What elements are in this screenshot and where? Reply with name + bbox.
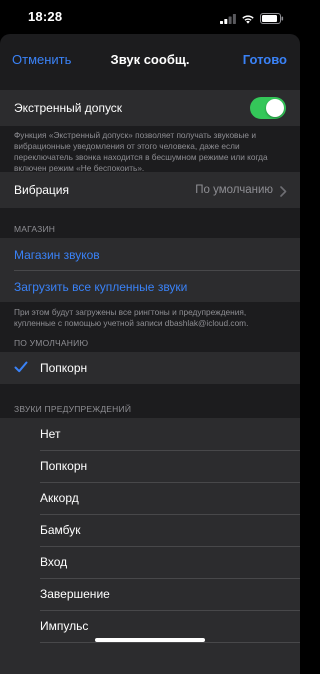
download-all-purchased-tones-link[interactable]: Загрузить все купленные звуки: [14, 280, 187, 294]
tone-label: Нет: [40, 427, 61, 441]
tone-label: Аккорд: [40, 491, 79, 505]
tone-label: Завершение: [40, 587, 110, 601]
tone-label: Бамбук: [40, 523, 81, 537]
tone-label: Попкорн: [40, 459, 88, 473]
home-indicator[interactable]: [95, 638, 205, 642]
vibration-row[interactable]: Вибрация По умолчанию: [0, 172, 300, 208]
store-section-header: МАГАЗИН: [14, 224, 56, 234]
chevron-right-icon: [280, 184, 287, 202]
list-item[interactable]: Завершение: [0, 578, 300, 610]
tone-store-link[interactable]: Магазин звуков: [14, 248, 100, 262]
tone-label: Вход: [40, 555, 68, 569]
vibration-label: Вибрация: [14, 183, 70, 197]
alert-tones-list: Нет Попкорн Аккорд Бамбук Вход Завершени…: [0, 418, 300, 674]
wifi-icon: [241, 11, 255, 29]
status-time: 18:28: [28, 9, 63, 24]
emergency-bypass-toggle[interactable]: [250, 97, 286, 119]
status-bar: 18:28: [0, 0, 300, 34]
default-tone-label: Попкорн: [40, 361, 88, 375]
store-group: Магазин звуков Загрузить все купленные з…: [0, 238, 300, 302]
text-tone-sheet: Отменить Звук сообщ. Готово Экстренный д…: [0, 34, 300, 674]
divider: [14, 270, 300, 271]
default-tone-row[interactable]: Попкорн: [0, 352, 300, 384]
battery-icon: [260, 11, 284, 29]
cellular-signal-icon: [220, 11, 236, 29]
divider: [40, 642, 300, 643]
nav-bar: Отменить Звук сообщ. Готово: [0, 34, 300, 84]
list-item[interactable]: Вход: [0, 546, 300, 578]
checkmark-icon: [14, 360, 28, 379]
list-item[interactable]: Аккорд: [0, 482, 300, 514]
store-footnote: При этом будут загружены все рингтоны и …: [14, 307, 249, 328]
emergency-bypass-footnote: Функция «Экстренный допуск» позволяет по…: [14, 130, 268, 173]
default-section-header: ПО УМОЛЧАНИЮ: [14, 338, 89, 348]
done-button[interactable]: Готово: [243, 52, 287, 67]
vibration-value: По умолчанию: [195, 184, 273, 196]
emergency-bypass-label: Экстренный допуск: [14, 101, 123, 115]
alert-tones-section-header: ЗВУКИ ПРЕДУПРЕЖДЕНИЙ: [14, 404, 132, 414]
list-item[interactable]: Нет: [0, 418, 300, 450]
list-item[interactable]: Бамбук: [0, 514, 300, 546]
status-icons: [220, 11, 284, 29]
emergency-bypass-row[interactable]: Экстренный допуск: [0, 90, 300, 126]
toggle-knob: [266, 99, 284, 117]
tone-label: Импульс: [40, 619, 89, 633]
list-item[interactable]: Попкорн: [0, 450, 300, 482]
